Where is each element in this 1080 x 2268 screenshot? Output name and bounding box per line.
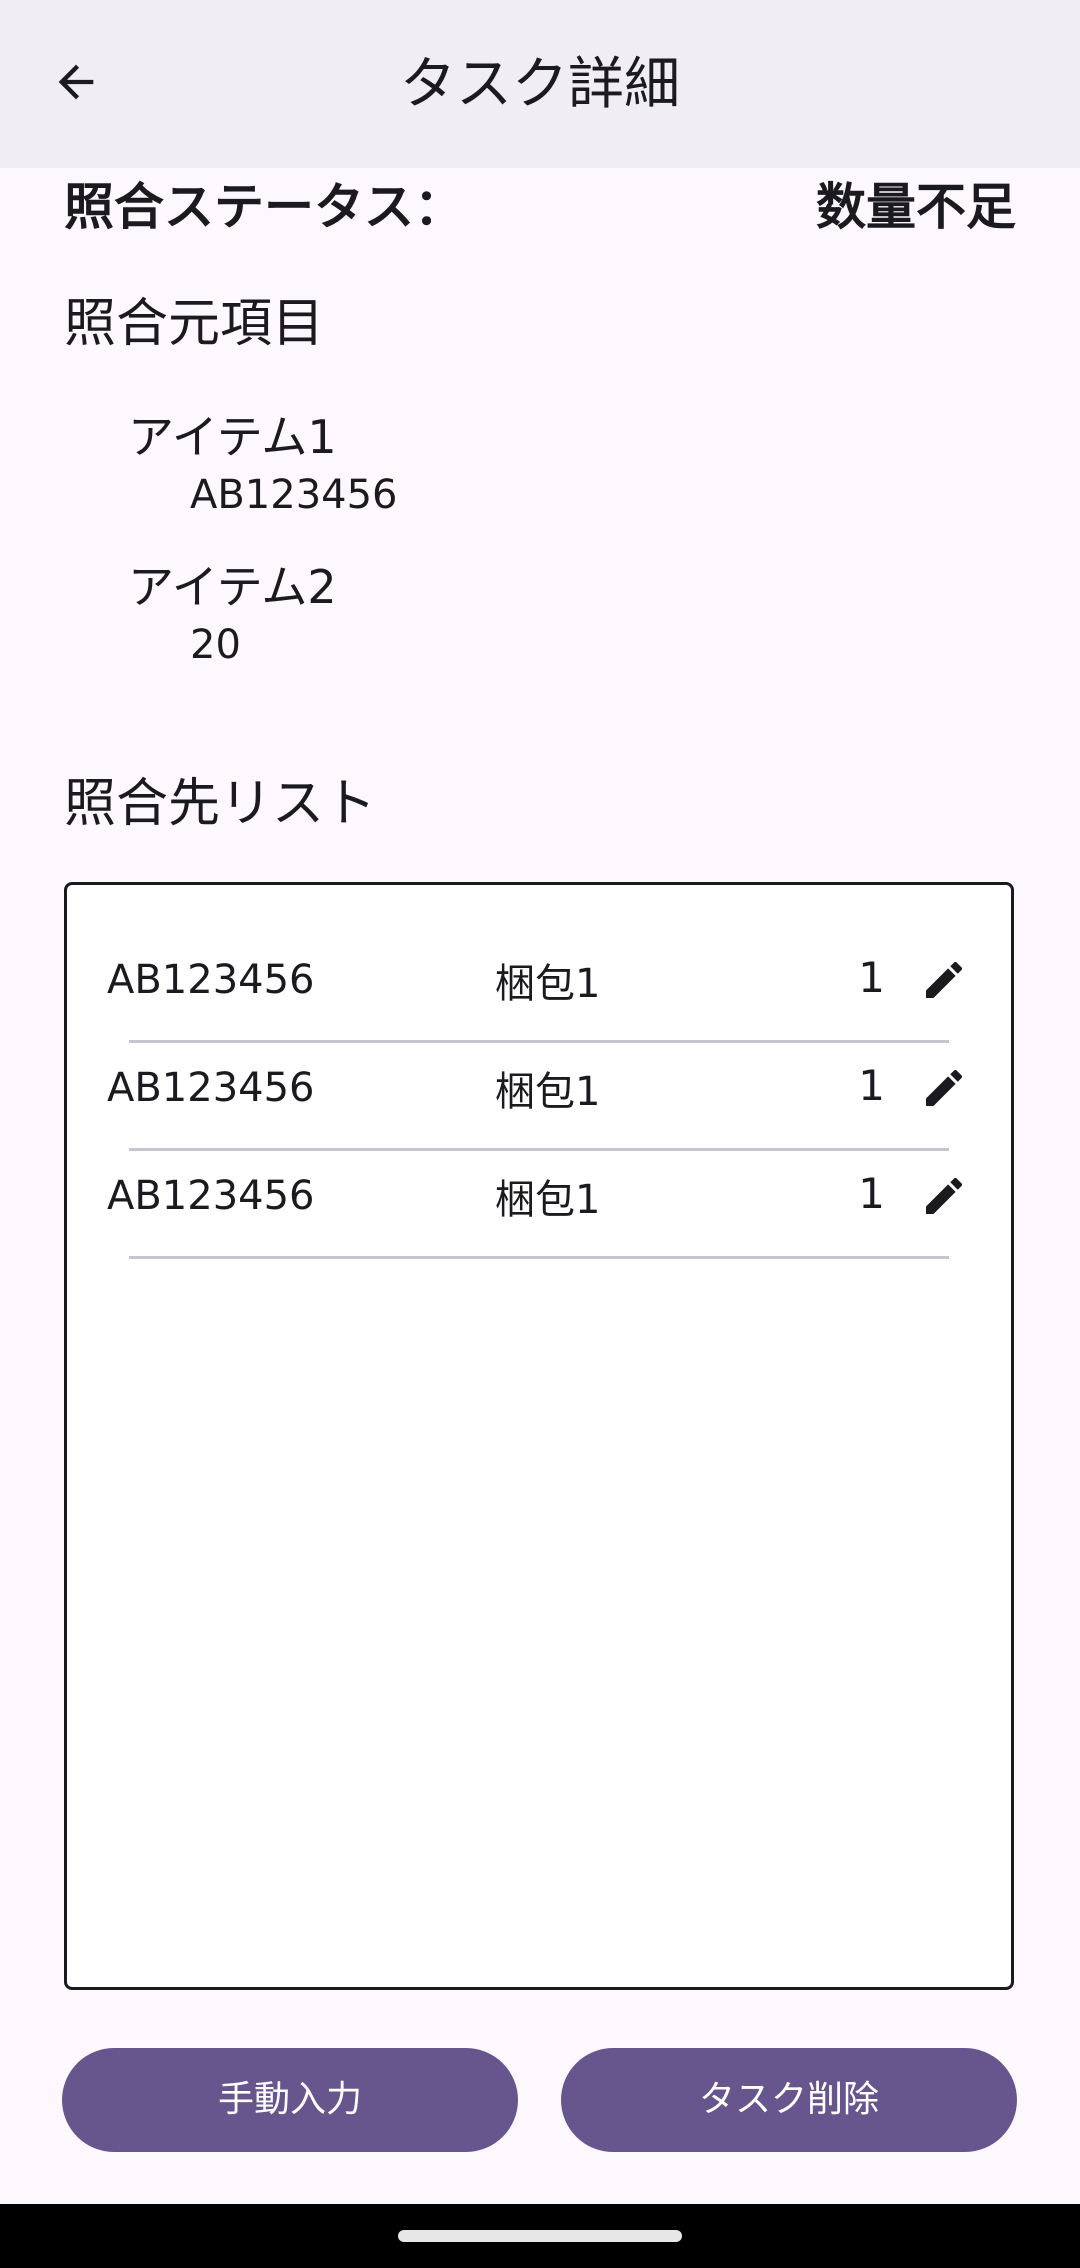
pencil-icon (926, 1177, 963, 1214)
edit-button[interactable] (919, 1171, 969, 1221)
destination-list[interactable]: AB123456 梱包1 1 AB123456 梱包1 1 AB123456 梱… (64, 882, 1014, 1990)
status-value: 数量不足 (816, 178, 1016, 236)
source-item-2-value: 20 (190, 622, 241, 668)
item-code: AB123456 (107, 957, 315, 1003)
edit-button[interactable] (919, 955, 969, 1005)
item-code: AB123456 (107, 1173, 315, 1219)
page-title: タスク詳細 (400, 52, 680, 117)
pencil-icon (926, 961, 963, 998)
item-code: AB123456 (107, 1065, 315, 1111)
source-item-2-label: アイテム2 (128, 560, 337, 614)
system-nav-bar (0, 2204, 1080, 2268)
destination-section-title: 照合先リスト (64, 774, 377, 834)
source-section-title: 照合元項目 (64, 294, 325, 354)
delete-task-button[interactable]: タスク削除 (561, 2048, 1017, 2152)
list-item[interactable]: AB123456 梱包1 1 (67, 1043, 1011, 1151)
list-item[interactable]: AB123456 梱包1 1 (67, 935, 1011, 1043)
source-item-1-label: アイテム1 (128, 410, 337, 464)
item-quantity: 1 (858, 1169, 885, 1218)
item-package: 梱包1 (495, 1069, 601, 1115)
app-bar: タスク詳細 (0, 0, 1080, 168)
row-divider (129, 1256, 949, 1259)
item-package: 梱包1 (495, 1177, 601, 1223)
source-item-1-value: AB123456 (190, 472, 398, 518)
pencil-icon (926, 1069, 963, 1106)
edit-button[interactable] (919, 1063, 969, 1113)
manual-input-button[interactable]: 手動入力 (62, 2048, 518, 2152)
home-gesture-handle[interactable] (398, 2230, 682, 2242)
item-quantity: 1 (858, 953, 885, 1002)
status-label: 照合ステータス： (64, 178, 464, 236)
item-quantity: 1 (858, 1061, 885, 1110)
item-package: 梱包1 (495, 961, 601, 1007)
list-item[interactable]: AB123456 梱包1 1 (67, 1151, 1011, 1259)
